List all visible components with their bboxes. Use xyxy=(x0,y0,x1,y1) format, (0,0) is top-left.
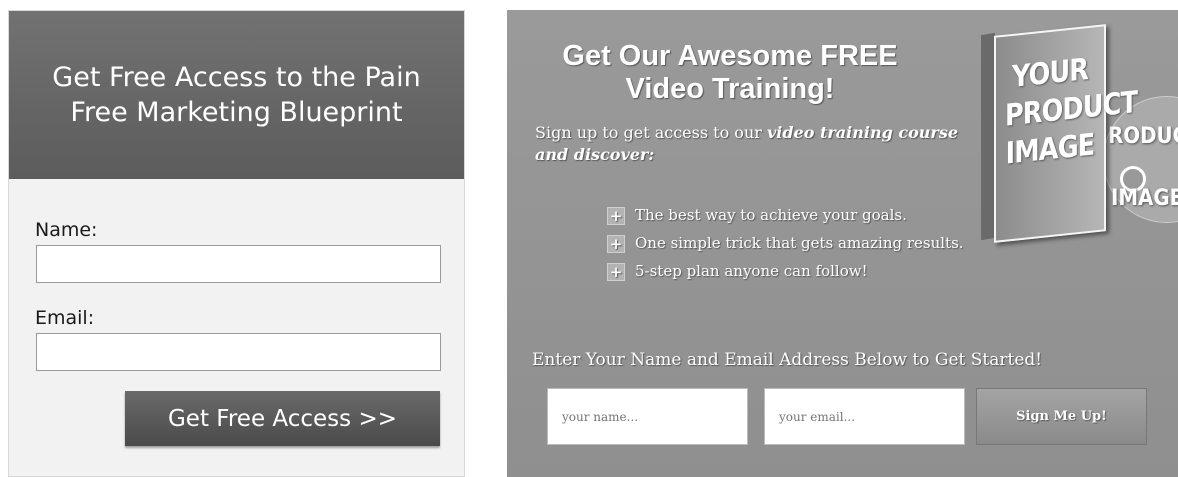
disc-text-line-2: IMAGE xyxy=(1111,186,1178,211)
email-label: Email: xyxy=(35,307,95,329)
title-line-2: Video Training! xyxy=(625,73,835,105)
benefit-item: + One simple trick that gets amazing resu… xyxy=(605,233,985,253)
title-line-1: Get Our Awesome FREE xyxy=(562,40,898,72)
plus-icon: + xyxy=(607,263,625,281)
call-to-action: Enter Your Name and Email Address Below … xyxy=(532,350,1043,370)
subtitle-text: Sign up to get access to our xyxy=(535,123,767,142)
email-field[interactable] xyxy=(36,333,441,371)
product-box-spine xyxy=(981,32,995,241)
disc-text-line-1: RODUCT xyxy=(1108,124,1178,149)
name-label: Name: xyxy=(35,219,98,241)
benefit-text: One simple trick that gets amazing resul… xyxy=(635,234,964,252)
your-email-input[interactable] xyxy=(764,388,965,445)
sign-me-up-button[interactable]: Sign Me Up! xyxy=(976,388,1147,445)
benefit-list: + The best way to achieve your goals. + On… xyxy=(605,205,985,289)
name-field[interactable] xyxy=(36,245,441,283)
product-box-label: YOUR PRODUCT IMAGE xyxy=(1005,50,1137,173)
benefit-item: + The best way to achieve your goals. xyxy=(605,205,985,225)
left-optin-form: Get Free Access to the Pain Free Marketi… xyxy=(8,10,465,477)
right-optin-panel: Get Our Awesome FREE Video Training! Sig… xyxy=(507,10,1178,477)
benefit-text: The best way to achieve your goals. xyxy=(635,206,907,224)
get-free-access-button[interactable]: Get Free Access >> xyxy=(125,391,440,446)
benefit-text: 5-step plan anyone can follow! xyxy=(635,262,868,280)
panel-title: Get Our Awesome FREE Video Training! xyxy=(535,40,925,106)
your-name-input[interactable] xyxy=(547,388,748,445)
plus-icon: + xyxy=(607,207,625,225)
plus-icon: + xyxy=(607,235,625,253)
form-heading: Get Free Access to the Pain Free Marketi… xyxy=(9,11,464,179)
benefit-item: +5-step plan anyone can follow! xyxy=(605,261,985,281)
panel-subtitle: Sign up to get access to our video train… xyxy=(535,122,975,166)
